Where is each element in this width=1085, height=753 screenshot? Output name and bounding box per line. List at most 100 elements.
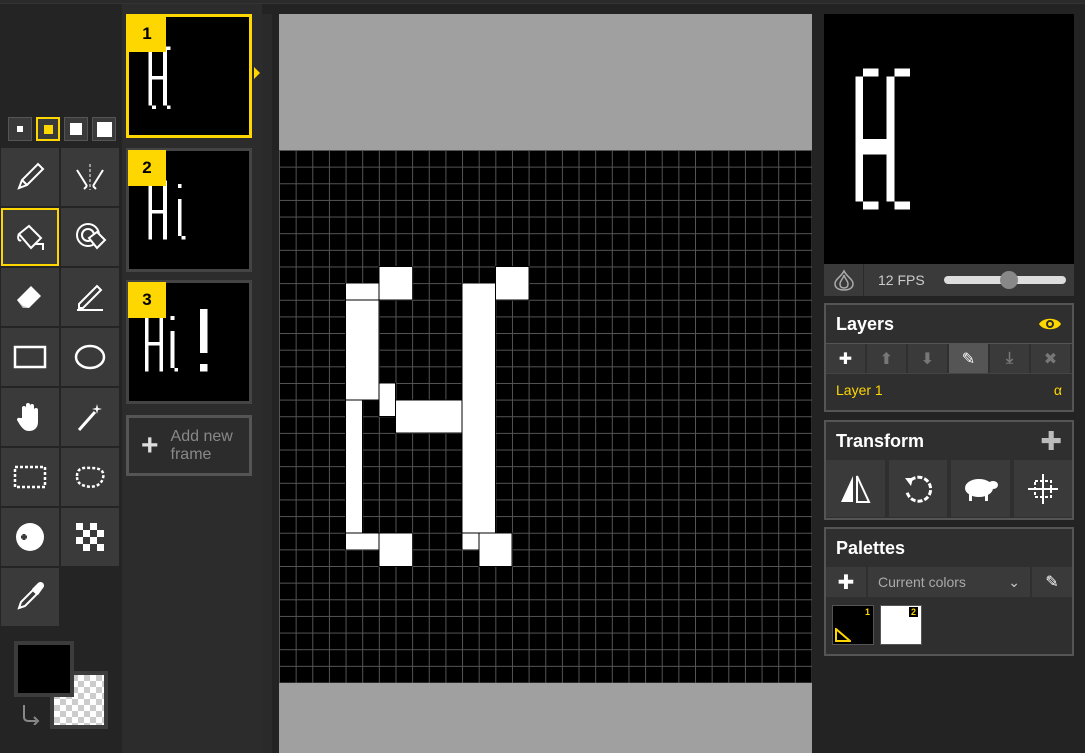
frame-number-2: 2 <box>128 150 166 186</box>
plus-icon: ✚ <box>838 350 853 368</box>
onion-skin-toggle[interactable] <box>824 264 864 296</box>
eraser-tool[interactable] <box>1 268 59 326</box>
rectangle-select-tool[interactable] <box>1 448 59 506</box>
fps-label: 12 FPS <box>878 272 925 288</box>
preview-drawing <box>855 68 910 210</box>
swatch-number-1: 1 <box>864 607 870 617</box>
rotate-icon <box>904 475 932 503</box>
flip-icon <box>841 475 871 503</box>
palette-select-value: Current colors <box>878 574 966 590</box>
paint-bucket-tool[interactable] <box>1 208 59 266</box>
ellipse-icon <box>74 344 106 370</box>
stroke-tool[interactable] <box>61 268 119 326</box>
primary-color[interactable] <box>14 641 74 697</box>
pen-size-2[interactable] <box>36 117 60 141</box>
frame-thumbnail-1[interactable]: 1 <box>126 14 252 138</box>
transform-tools <box>826 460 1072 517</box>
eye-icon[interactable] <box>1038 316 1062 332</box>
clone-button[interactable] <box>951 460 1010 517</box>
dithering-tool[interactable] <box>61 508 119 566</box>
rectangle-tool[interactable] <box>1 328 59 386</box>
magic-wand-icon <box>77 404 102 431</box>
sheep-icon <box>965 478 999 501</box>
tool-grid <box>1 148 119 626</box>
move-layer-down-button[interactable]: ⬇ <box>908 344 949 373</box>
lasso-select-tool[interactable] <box>61 448 119 506</box>
create-palette-button[interactable]: ✚ <box>826 567 866 597</box>
pencil-icon <box>17 162 45 190</box>
lighten-tool[interactable] <box>1 508 59 566</box>
fps-slider[interactable] <box>944 271 1066 289</box>
swatch-number-2: 2 <box>908 607 918 617</box>
frame-thumbnail-2[interactable]: 2 <box>126 148 252 272</box>
edit-layer-button[interactable]: ✎ <box>949 344 990 373</box>
palettes-title: Palettes <box>836 537 906 558</box>
chevron-down-icon: ⌄ <box>1008 573 1020 590</box>
add-frame-label-line-1: Add new <box>170 427 233 445</box>
pen-size-1[interactable] <box>8 117 32 141</box>
edit-palette-button[interactable]: ✎ <box>1032 567 1072 597</box>
color-selector <box>14 641 114 731</box>
palettes-header: Palettes <box>826 529 1072 567</box>
palette-select[interactable]: Current colors ⌄ <box>868 567 1030 597</box>
merge-layer-button[interactable]: ⤓ <box>990 344 1031 373</box>
plus-icon: ✚ <box>837 571 855 594</box>
layers-header: Layers <box>826 305 1072 343</box>
color-picker-tool[interactable] <box>1 568 59 626</box>
mirror-pen-icon <box>76 164 104 190</box>
palette-swatch-1[interactable]: 1 <box>832 605 874 645</box>
drawing-area[interactable] <box>279 14 812 753</box>
layers-panel: Layers ✚ ⬆ ⬇ ✎ ⤓ ✖ Layer 1 α <box>824 303 1074 412</box>
palette-toolbar: ✚ Current colors ⌄ ✎ <box>826 567 1072 597</box>
align-button[interactable] <box>1013 460 1072 517</box>
lighten-darken-icon <box>16 523 44 551</box>
add-frame-label: Add new frame <box>171 428 233 464</box>
eyedropper-icon <box>17 581 45 610</box>
fps-slider-knob[interactable] <box>1000 271 1018 289</box>
magic-wand-tool[interactable] <box>61 388 119 446</box>
flip-button[interactable] <box>826 460 885 517</box>
pen-size-4[interactable] <box>92 117 116 141</box>
right-panel: 12 FPS Layers ✚ ⬆ ⬇ ✎ ⤓ ✖ Layer 1 α Tran… <box>812 4 1085 753</box>
panel-divider[interactable] <box>262 14 272 753</box>
triangle-ruler-icon <box>835 628 851 642</box>
color-swap-tool[interactable] <box>61 208 119 266</box>
transform-header: Transform ✚ <box>826 422 1072 460</box>
plus-icon[interactable]: ✚ <box>1040 426 1062 457</box>
delete-layer-button[interactable]: ✖ <box>1031 344 1072 373</box>
add-layer-button[interactable]: ✚ <box>826 344 867 373</box>
animation-preview[interactable] <box>824 14 1074 264</box>
pen-size-3[interactable] <box>64 117 88 141</box>
layer-row[interactable]: Layer 1 α <box>826 373 1072 406</box>
swap-colors-icon[interactable] <box>20 703 42 725</box>
stroke-pen-icon <box>77 284 103 311</box>
pixel-canvas[interactable] <box>279 150 812 683</box>
pen-size-selector <box>8 117 116 141</box>
pencil-icon: ✎ <box>961 350 976 368</box>
frame-number-1: 1 <box>128 16 166 52</box>
layers-title: Layers <box>836 313 895 334</box>
canvas-drawing <box>345 266 530 567</box>
frame-thumbnail-3[interactable]: 3 <box>126 280 252 404</box>
center-align-icon <box>1027 473 1058 504</box>
palettes-panel: Palettes ✚ Current colors ⌄ ✎ 1 2 <box>824 527 1074 656</box>
tools-panel <box>0 4 122 753</box>
pen-tool[interactable] <box>1 148 59 206</box>
arrow-up-icon: ⬆ <box>879 350 894 368</box>
circle-tool[interactable] <box>61 328 119 386</box>
palette-swatches: 1 2 <box>826 597 1072 653</box>
layer-alpha[interactable]: α <box>1054 382 1062 398</box>
rectangle-icon <box>13 345 47 369</box>
pencil-icon: ✎ <box>1045 574 1059 591</box>
paint-bucket-icon <box>17 224 44 250</box>
add-frame-button[interactable]: + Add new frame <box>126 415 252 476</box>
palette-swatch-2[interactable]: 2 <box>880 605 922 645</box>
transform-panel: Transform ✚ <box>824 420 1074 520</box>
mirror-pen-tool[interactable] <box>61 148 119 206</box>
merge-icon: ⤓ <box>1005 349 1014 367</box>
layer-toolbar: ✚ ⬆ ⬇ ✎ ⤓ ✖ <box>826 343 1072 373</box>
plus-icon: + <box>141 428 159 462</box>
rotate-button[interactable] <box>888 460 947 517</box>
move-layer-up-button[interactable]: ⬆ <box>867 344 908 373</box>
move-tool[interactable] <box>1 388 59 446</box>
